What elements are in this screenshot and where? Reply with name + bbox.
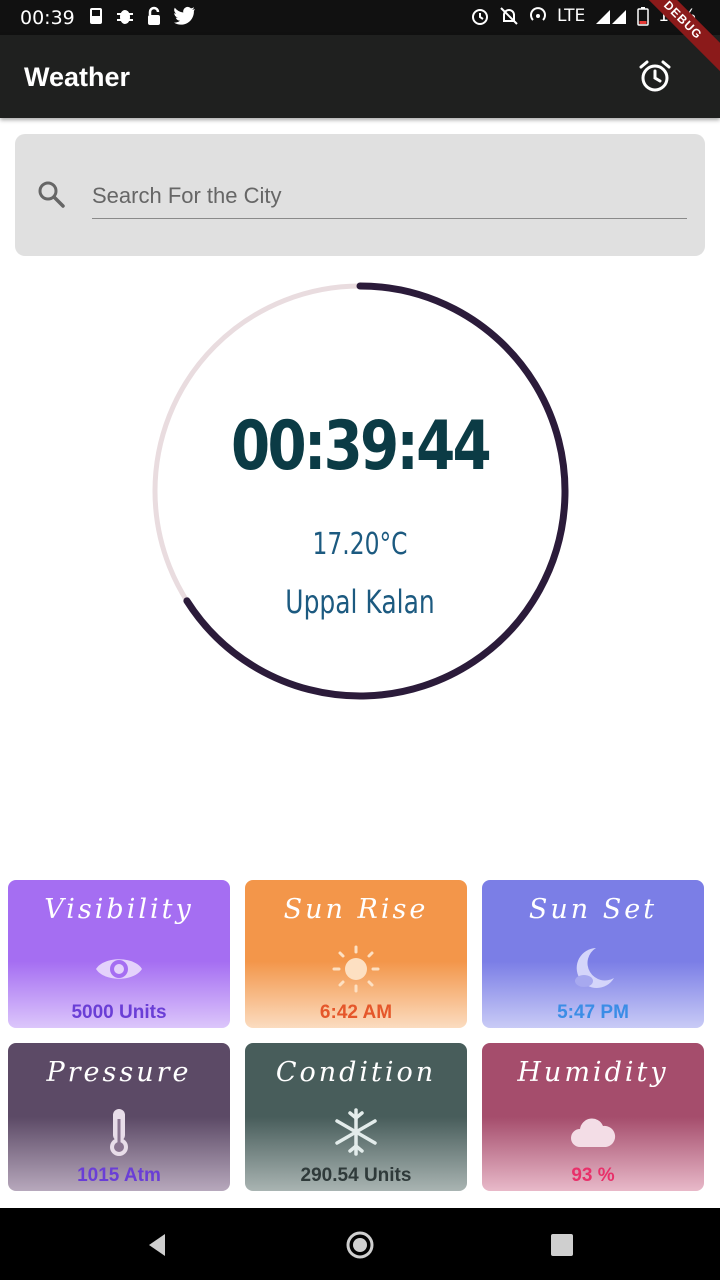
eye-icon [96,959,142,979]
battery-icon [637,6,649,26]
status-time: 00:39 [20,7,75,29]
recents-icon[interactable] [547,1230,577,1260]
tile-value: 5:47 PM [557,1002,629,1023]
tile-value: 290.54 Units [300,1165,412,1186]
twitter-icon [174,6,196,26]
tile-title: Visibility [44,894,194,925]
search-icon[interactable] [36,179,66,209]
tile-title: Sun Set [528,894,658,925]
tile-title: Sun Rise [283,894,429,925]
app-bar: Weather [0,35,720,118]
lock-icon [146,6,162,26]
alarm-icon [470,6,490,26]
visibility-tile[interactable]: Visibility 5000 Units [8,880,230,1028]
tile-title: Condition [275,1057,437,1088]
tile-value: 6:42 AM [319,1002,393,1023]
moon-icon [575,948,614,988]
status-bar: 00:39 LTE 12% [0,0,720,35]
clock-widget: 00:39:44 17.20°C Uppal Kalan [150,281,570,701]
humidity-tile[interactable]: Humidity 93 % [482,1043,704,1191]
tile-value: 93 % [571,1165,615,1186]
snowflake-icon [335,1108,377,1156]
sunset-tile[interactable]: Sun Set 5:47 PM [482,880,704,1028]
signal-icon [594,7,628,25]
search-card [15,134,705,256]
dnd-icon [499,6,519,26]
tile-title: Pressure [46,1057,192,1088]
tile-value: 5000 Units [71,1002,167,1023]
city-name: Uppal Kalan [285,583,435,621]
condition-tile[interactable]: Condition 290.54 Units [245,1043,467,1191]
tile-title: Humidity [517,1057,669,1088]
clock-time: 00:39:44 [231,407,492,486]
notification-icons [88,6,196,26]
tile-value: 1015 Atm [77,1165,161,1186]
alarm-clock-button[interactable] [634,56,676,98]
app-title: Weather [24,62,131,92]
clock-progress-ring [152,282,569,700]
sun-icon [332,945,380,993]
thermometer-icon [110,1109,128,1156]
temperature: 17.20°C [312,527,408,562]
phone-icon [88,6,104,26]
pressure-tile[interactable]: Pressure 1015 Atm [8,1043,230,1191]
alarm-clock-icon [639,60,671,92]
home-icon[interactable] [345,1230,375,1260]
ring-progress [183,282,569,700]
bug-icon [116,6,134,26]
hotspot-icon [528,6,548,26]
back-icon[interactable] [143,1230,173,1260]
cloud-icon [571,1118,616,1147]
search-input[interactable] [92,174,687,219]
sunrise-tile[interactable]: Sun Rise 6:42 AM [245,880,467,1028]
system-nav-bar [0,1208,720,1280]
network-label: LTE [556,6,586,26]
